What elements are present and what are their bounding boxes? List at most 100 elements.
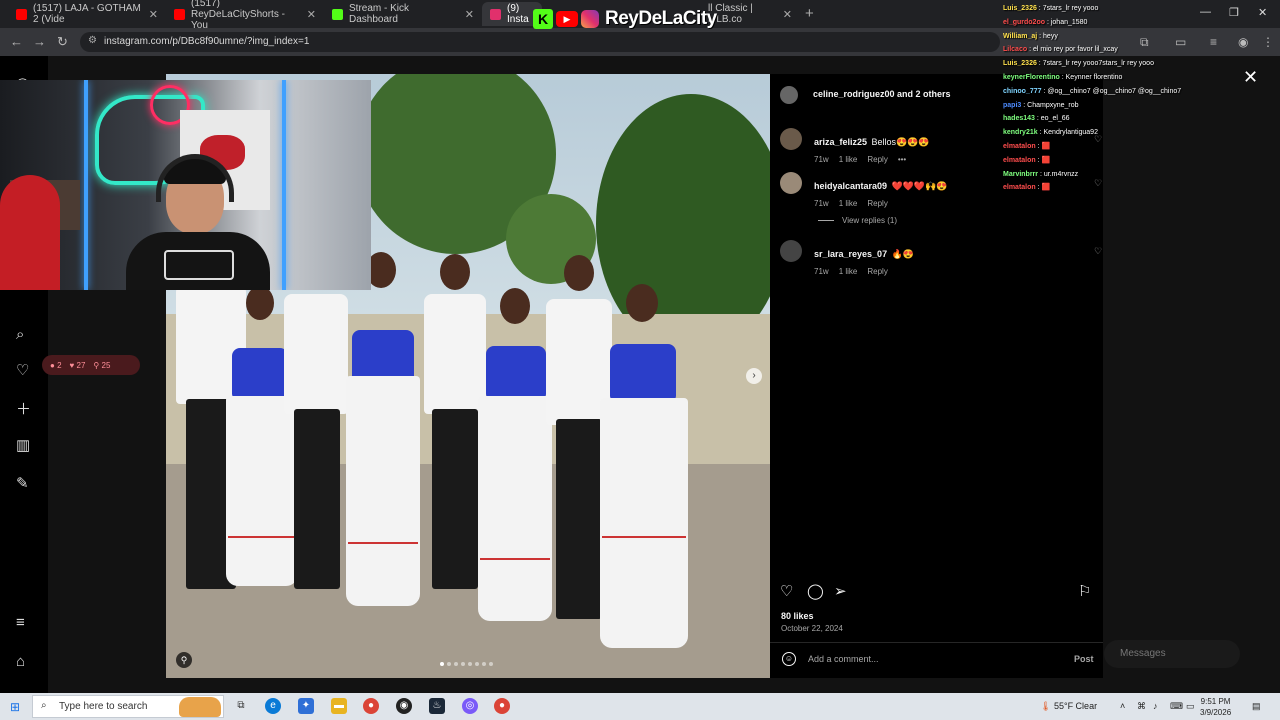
chat-username: hades143 [1003,115,1035,123]
obs-icon[interactable]: ◉ [396,698,412,714]
messages-label: Messages [1120,648,1166,659]
more-menu-icon[interactable]: ≡ [16,614,25,631]
comment-text: 🔥😍 [891,249,914,259]
copilot-icon[interactable]: ✦ [298,698,314,714]
close-tab-icon[interactable]: ✕ [149,8,158,21]
app-icon[interactable]: ◎ [462,698,478,714]
avatar[interactable] [780,128,802,150]
avatar[interactable] [780,86,798,104]
notifications-pill[interactable]: ● 2 ♥ 27 ⚲ 25 [42,355,140,375]
tab-youtube-shorts[interactable]: (1517) ReyDeLaCityShorts - You ✕ [166,0,324,31]
comment-likes[interactable]: 1 like [839,155,858,164]
comment-username[interactable]: ariza_feliz25 [814,137,867,147]
display-icon[interactable]: ▭ [1186,701,1195,712]
chat-username: Lilcaco [1003,46,1028,54]
taskbar-search[interactable]: ⌕ Type here to search [32,695,224,718]
streamer [118,148,278,290]
share-icon[interactable]: ➢ [834,582,847,600]
chat-text: 🟥 [1041,156,1051,164]
address-bar[interactable]: ⚙ instagram.com/p/DBc8f90umne/?img_index… [80,32,1000,52]
chat-text: eo_el_66 [1040,115,1070,123]
avatar[interactable] [780,172,802,194]
maximize-icon[interactable]: ❐ [1229,6,1239,19]
volume-icon[interactable]: ♪ [1153,701,1158,711]
meta-icon[interactable]: ⌂ [16,653,25,670]
comment-likes[interactable]: 1 like [839,199,858,208]
keyboard-icon[interactable]: ⌨ [1170,701,1183,712]
chat-text: 🟥 [1041,184,1051,192]
reload-icon[interactable]: ↻ [57,34,68,50]
comment-icon[interactable]: ◯ [807,582,824,600]
menu-icon[interactable]: ⋮ [1262,35,1274,49]
tab-kick-dashboard[interactable]: Stream - Kick Dashboard ✕ [324,2,482,26]
site-info-icon[interactable]: ⚙ [88,35,97,46]
chat-message: elmatalon : 🟥 [1003,142,1051,150]
tab-search-icon[interactable]: ≡ [1210,35,1217,49]
comment-age: 71w [814,155,829,164]
tab-label: Stream - Kick Dashboard [349,3,410,25]
system-clock[interactable]: 9:51 PM 3/9/2026 [1200,696,1231,718]
forward-icon[interactable]: → [33,34,46,49]
network-icon[interactable]: ⌘ [1137,701,1146,712]
avatar[interactable] [780,240,802,262]
search-highlight-image [179,697,221,717]
emoji-icon[interactable]: ☺ [782,652,796,666]
close-tab-icon[interactable]: ✕ [307,8,316,21]
tab-label: (1517) LAJA - GOTHAM 2 (Vide [33,3,141,25]
windows-start-icon[interactable]: ⊞ [10,700,20,714]
instagram-logo-icon [581,10,599,28]
chat-username: el_gurdo2oo [1003,18,1046,26]
chat-username: elmatalon [1003,156,1036,164]
tray-chevron-icon[interactable]: ˄ [1120,701,1125,711]
reply-button[interactable]: Reply [867,267,887,276]
close-tab-icon[interactable]: ✕ [783,8,792,21]
notifications-icon[interactable]: ▤ [1252,701,1261,712]
more-options-button[interactable]: ••• [898,155,906,164]
new-tab-icon[interactable]: + [805,5,814,22]
close-window-icon[interactable]: ✕ [1258,6,1267,19]
like-comment-icon[interactable]: ♡ [1094,246,1102,257]
tagged-users-icon[interactable]: ⚲ [176,652,192,668]
reply-button[interactable]: Reply [867,155,887,164]
save-bookmark-icon[interactable]: ⚐ [1078,582,1091,600]
comment-age: 71w [814,267,829,276]
like-icon[interactable]: ♡ [780,582,793,600]
chat-username: papi3 [1003,101,1022,109]
tab-youtube-laja[interactable]: (1517) LAJA - GOTHAM 2 (Vide ✕ [8,2,166,26]
profile-icon[interactable]: ◉ [1238,35,1248,49]
chat-text: el mio rey por favor lil_xcay [1032,46,1118,54]
create-icon[interactable]: ＋ [16,398,31,419]
insights-icon[interactable]: ▥ [16,436,30,454]
chat-message: Marvinbrrr : ur.m4rvnzz [1003,170,1079,178]
chrome-icon[interactable]: ● [363,698,379,714]
weather-widget[interactable]: 🌡 55°F Clear [1040,701,1097,712]
chat-message: hades143 : eo_el_66 [1003,115,1070,123]
chat-text: 7stars_lr rey yooo [1042,5,1099,12]
person-red-hood [0,175,60,290]
task-view-icon[interactable]: ⧉ [233,698,249,714]
comment-input[interactable]: Add a comment... [808,654,879,664]
comment-username[interactable]: heidyalcantara09 [814,181,887,191]
carousel-indicator [440,662,493,666]
chrome-active-icon[interactable]: ● [494,698,510,714]
chat-username: elmatalon [1003,184,1036,192]
threads-icon[interactable]: ✎ [16,474,29,492]
search-icon[interactable]: ⌕ [16,326,24,343]
weather-icon: 🌡 [1040,701,1052,711]
back-icon[interactable]: ← [10,34,23,49]
post-comment-button[interactable]: Post [1074,654,1094,664]
search-icon: ⌕ [41,700,47,711]
file-explorer-icon[interactable]: ▬ [331,698,347,714]
messages-button[interactable]: Messages [1104,640,1240,668]
reply-button[interactable]: Reply [867,199,887,208]
view-replies-button[interactable]: View replies (1) [818,216,897,225]
steam-icon[interactable]: ♨ [429,698,445,714]
close-tab-icon[interactable]: ✕ [465,8,474,21]
likes-count[interactable]: 80 likes [781,611,814,621]
edge-icon[interactable]: e [265,698,281,714]
close-modal-icon[interactable]: ✕ [1243,67,1258,88]
heart-icon[interactable]: ♡ [16,361,29,379]
comment-username[interactable]: sr_lara_reyes_07 [814,249,887,259]
comment-likes[interactable]: 1 like [839,267,858,276]
next-image-arrow[interactable]: › [746,368,762,384]
